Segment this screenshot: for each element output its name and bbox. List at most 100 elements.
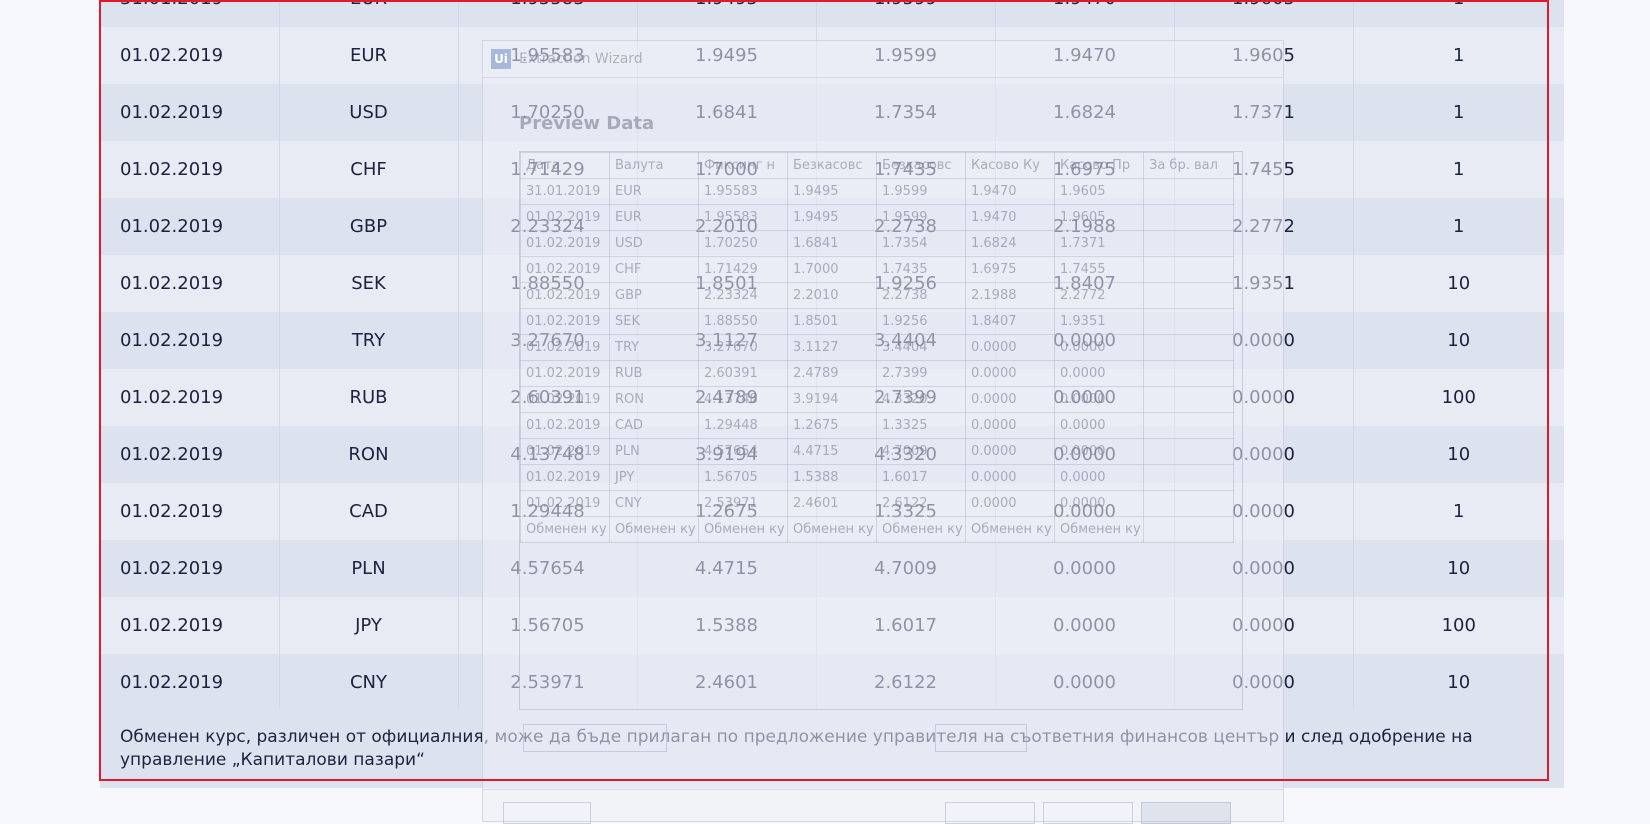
cell-units: 10 xyxy=(1353,540,1564,597)
cell-fixing: 4.57654 xyxy=(458,540,638,597)
cell-currency: RON xyxy=(279,426,459,483)
cell-cash-buy: 0.0000 xyxy=(995,597,1175,654)
cell-cash-sell: 0.0000 xyxy=(1174,597,1354,654)
cell-cash-sell: 0.0000 xyxy=(1174,654,1354,711)
cell-date: 01.02.2019 xyxy=(100,654,280,711)
cell-date: 01.02.2019 xyxy=(100,426,280,483)
cell-units: 1 xyxy=(1353,27,1564,84)
cell-date: 01.02.2019 xyxy=(100,312,280,369)
exchange-rates-table: 31.01.2019EUR1.955831.94951.95991.94701.… xyxy=(100,0,1564,711)
cell-currency: CNY xyxy=(279,654,459,711)
cell-currency: EUR xyxy=(279,27,459,84)
cell-cash-sell: 1.7371 xyxy=(1174,84,1354,141)
cell-cash-buy: 1.9470 xyxy=(995,0,1175,27)
cell-cash-buy: 1.6824 xyxy=(995,84,1175,141)
cell-date: 01.02.2019 xyxy=(100,198,280,255)
cell-cashless-buy: 1.2675 xyxy=(637,483,817,540)
cell-cash-sell: 0.0000 xyxy=(1174,483,1354,540)
cell-cashless-sell: 4.7009 xyxy=(816,540,996,597)
cell-cash-buy: 0.0000 xyxy=(995,312,1175,369)
cell-units: 1 xyxy=(1353,0,1564,27)
table-row: 01.02.2019 EUR 1.95583 1.9495 1.9599 1.9470 1.… xyxy=(100,27,1564,84)
cell-currency: RUB xyxy=(279,369,459,426)
table-row: 31.01.2019EUR1.955831.94951.95991.94701.… xyxy=(100,0,1564,27)
cell-cashless-sell: 1.9599 xyxy=(816,0,996,27)
cell-units: 10 xyxy=(1353,312,1564,369)
cell-fixing: 3.27670 xyxy=(458,312,638,369)
back-button[interactable] xyxy=(945,802,1035,824)
cell-cash-sell: 1.7455 xyxy=(1174,141,1354,198)
table-row: 01.02.2019 CAD 1.29448 1.2675 1.3325 0.0000 0.… xyxy=(100,483,1564,540)
cell-units: 1 xyxy=(1353,84,1564,141)
finish-button[interactable] xyxy=(1141,802,1231,824)
cell-cash-buy: 2.1988 xyxy=(995,198,1175,255)
cell-currency: CAD xyxy=(279,483,459,540)
cell-cash-sell: 1.9351 xyxy=(1174,255,1354,312)
cell-cashless-buy: 2.4601 xyxy=(637,654,817,711)
cell-cash-buy: 0.0000 xyxy=(995,426,1175,483)
rates-grid: 31.01.2019EUR1.955831.94951.95991.94701.… xyxy=(100,0,1564,711)
cell-cash-buy: 1.8407 xyxy=(995,255,1175,312)
cell-cashless-sell: 1.9256 xyxy=(816,255,996,312)
cell-cash-buy: 0.0000 xyxy=(995,654,1175,711)
cell-cashless-buy: 1.8501 xyxy=(637,255,817,312)
cell-date: 31.01.2019 xyxy=(100,0,280,27)
table-row: 01.02.2019 RON 4.13748 3.9194 4.3320 0.0000 0.… xyxy=(100,426,1564,483)
cell-units: 10 xyxy=(1353,255,1564,312)
table-row: 01.02.2019 JPY 1.56705 1.5388 1.6017 0.0000 0.… xyxy=(100,597,1564,654)
cell-fixing: 1.95583 xyxy=(458,27,638,84)
cell-units: 1 xyxy=(1353,141,1564,198)
cell-fixing: 1.71429 xyxy=(458,141,638,198)
cell-fixing: 2.23324 xyxy=(458,198,638,255)
cell-cashless-buy: 1.9495 xyxy=(637,27,817,84)
cell-currency: PLN xyxy=(279,540,459,597)
next-button[interactable] xyxy=(1043,802,1133,824)
table-row: 01.02.2019 PLN 4.57654 4.4715 4.7009 0.0000 0.… xyxy=(100,540,1564,597)
cell-cashless-sell: 1.3325 xyxy=(816,483,996,540)
cell-units: 10 xyxy=(1353,654,1564,711)
cell-cashless-sell: 1.9599 xyxy=(816,27,996,84)
cell-cashless-sell: 4.3320 xyxy=(816,426,996,483)
cell-currency: GBP xyxy=(279,198,459,255)
cell-cash-sell: 0.0000 xyxy=(1174,369,1354,426)
cell-cash-sell: 1.9605 xyxy=(1174,0,1354,27)
cell-cashless-buy: 2.2010 xyxy=(637,198,817,255)
cell-cashless-buy: 2.4789 xyxy=(637,369,817,426)
table-row: 01.02.2019 SEK 1.88550 1.8501 1.9256 1.8407 1.… xyxy=(100,255,1564,312)
cell-date: 01.02.2019 xyxy=(100,255,280,312)
cell-cashless-sell: 2.6122 xyxy=(816,654,996,711)
cell-currency: TRY xyxy=(279,312,459,369)
cell-fixing: 1.95583 xyxy=(458,0,638,27)
help-button[interactable] xyxy=(503,802,591,824)
cell-date: 01.02.2019 xyxy=(100,483,280,540)
cell-cash-buy: 1.6975 xyxy=(995,141,1175,198)
cell-cashless-sell: 3.4404 xyxy=(816,312,996,369)
cell-cashless-buy: 4.4715 xyxy=(637,540,817,597)
cell-fixing: 1.88550 xyxy=(458,255,638,312)
cell-units: 100 xyxy=(1353,597,1564,654)
cell-cashless-sell: 1.7435 xyxy=(816,141,996,198)
table-row: 01.02.2019 GBP 2.23324 2.2010 2.2738 2.1988 2.… xyxy=(100,198,1564,255)
cell-units: 100 xyxy=(1353,369,1564,426)
cell-cash-buy: 0.0000 xyxy=(995,483,1175,540)
cell-date: 01.02.2019 xyxy=(100,369,280,426)
cell-cashless-sell: 1.7354 xyxy=(816,84,996,141)
cell-cashless-sell: 1.6017 xyxy=(816,597,996,654)
cell-currency: JPY xyxy=(279,597,459,654)
cell-units: 1 xyxy=(1353,198,1564,255)
cell-date: 01.02.2019 xyxy=(100,141,280,198)
cell-fixing: 1.29448 xyxy=(458,483,638,540)
cell-cashless-buy: 1.7000 xyxy=(637,141,817,198)
cell-cashless-buy: 3.1127 xyxy=(637,312,817,369)
table-row: 01.02.2019 USD 1.70250 1.6841 1.7354 1.6824 1.… xyxy=(100,84,1564,141)
cell-cash-sell: 0.0000 xyxy=(1174,540,1354,597)
cell-cash-sell: 0.0000 xyxy=(1174,426,1354,483)
cell-cash-sell: 2.2772 xyxy=(1174,198,1354,255)
cell-currency: CHF xyxy=(279,141,459,198)
cell-cashless-sell: 2.7399 xyxy=(816,369,996,426)
cell-date: 01.02.2019 xyxy=(100,27,280,84)
cell-cash-buy: 1.9470 xyxy=(995,27,1175,84)
cell-cashless-buy: 1.6841 xyxy=(637,84,817,141)
cell-fixing: 2.60391 xyxy=(458,369,638,426)
cell-cash-buy: 0.0000 xyxy=(995,369,1175,426)
